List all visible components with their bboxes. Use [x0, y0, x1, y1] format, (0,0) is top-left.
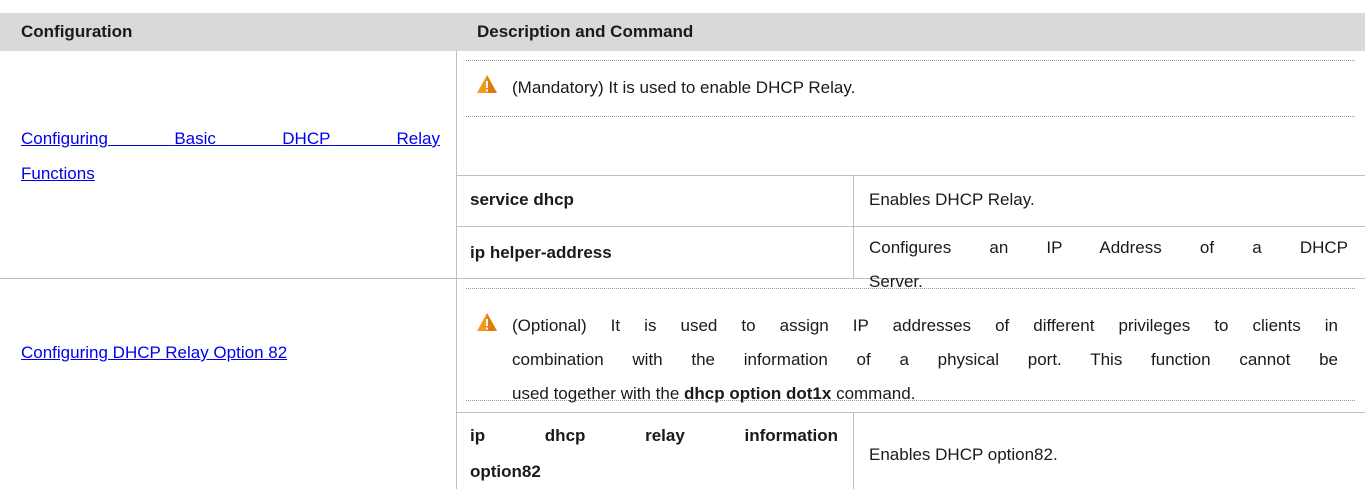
dotted-separator	[466, 60, 1355, 61]
note-text: (Mandatory) It is used to enable DHCP Re…	[512, 78, 856, 97]
command-option82: option82	[470, 462, 541, 481]
note-line: combination with the information of a ph…	[512, 350, 1338, 369]
header-configuration: Configuration	[0, 13, 456, 51]
command-ip-helper-address: ip helper-address	[470, 243, 612, 262]
dotted-separator	[466, 116, 1355, 117]
keyword-dhcp-option-dot1x: dhcp option dot1x	[684, 384, 832, 403]
column-divider	[456, 51, 457, 489]
link-configuring-basic-dhcp-relay-line2[interactable]: Functions	[21, 164, 95, 184]
note-line: used together with the dhcp option dot1x…	[512, 384, 916, 403]
link-configuring-basic-dhcp-relay[interactable]: Configuring Basic DHCP Relay	[21, 129, 440, 149]
description-configures-ip-address-line2: Server.	[869, 272, 923, 291]
description-enables-dhcp-relay: Enables DHCP Relay.	[869, 190, 1035, 209]
row-divider	[456, 175, 1365, 176]
row-divider	[0, 278, 1365, 279]
link-configuring-dhcp-relay-option-82[interactable]: Configuring DHCP Relay Option 82	[21, 343, 287, 363]
description-configures-ip-address: Configures an IP Address of a DHCP	[869, 238, 1349, 257]
warning-triangle-icon	[477, 313, 497, 331]
row-divider	[456, 226, 1365, 227]
note-text-block: (Optional) It is used to assign IP addre…	[512, 309, 1338, 411]
command-ip-dhcp-relay-information: ip dhcp relay information	[470, 426, 838, 445]
warning-triangle-icon	[477, 75, 497, 93]
header-description-command: Description and Command	[456, 13, 1365, 51]
description-enables-dhcp-option82: Enables DHCP option82.	[869, 445, 1058, 464]
optional-note: (Optional) It is used to assign IP addre…	[476, 309, 1338, 411]
subcolumn-divider-2	[853, 412, 854, 489]
configuration-table: Configuration Description and Command Co…	[0, 0, 1365, 489]
command-service-dhcp: service dhcp	[470, 190, 574, 209]
note-line: (Optional) It is used to assign IP addre…	[512, 316, 1338, 335]
mandatory-note: (Mandatory) It is used to enable DHCP Re…	[476, 71, 855, 105]
row-divider	[456, 412, 1365, 413]
